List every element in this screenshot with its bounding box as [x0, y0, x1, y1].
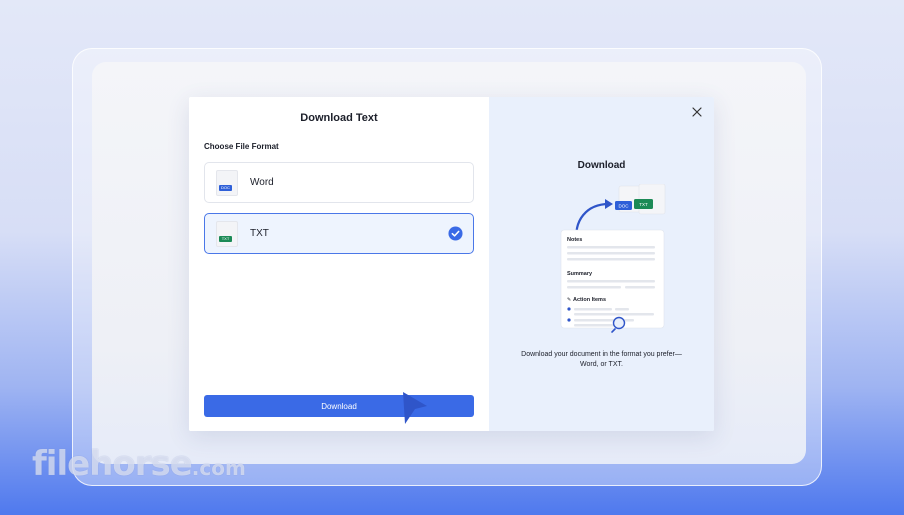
- txt-tag: TXT: [219, 235, 232, 242]
- illustration-summary-heading: Summary: [567, 271, 593, 277]
- choose-format-label: Choose File Format: [204, 142, 279, 151]
- download-button[interactable]: Download: [204, 395, 474, 417]
- illustration-doc-badge-text: DOC: [619, 204, 630, 209]
- mouse-cursor-icon: [403, 392, 427, 424]
- format-option-txt[interactable]: TXT TXT: [204, 213, 474, 254]
- preview-caption-line2: Word, or TXT.: [580, 361, 623, 368]
- document-illustration: DOC TXT Notes Summary ✎ Action Items: [560, 184, 666, 333]
- format-option-word[interactable]: DOC Word: [204, 162, 474, 203]
- svg-text:✎: ✎: [567, 297, 571, 303]
- filehorse-watermark: filehorse.com: [32, 444, 246, 484]
- txt-file-icon: TXT: [216, 220, 238, 247]
- watermark-domain: .com: [191, 456, 246, 480]
- illustration-action-items-heading: Action Items: [573, 297, 606, 303]
- preview-title: Download: [577, 160, 626, 171]
- close-icon[interactable]: [692, 107, 702, 117]
- dialog-title: Download Text: [300, 112, 378, 124]
- selected-check-icon: [448, 226, 463, 241]
- download-text-dialog: Download Text Choose File Format DOC Wor…: [189, 97, 714, 431]
- doc-tag: DOC: [219, 184, 232, 191]
- preview-caption: Download your document in the format you…: [504, 350, 699, 370]
- word-file-icon: DOC: [216, 169, 238, 196]
- preview-caption-line1: Download your document in the format you…: [521, 351, 682, 358]
- format-selection-pane: Download Text Choose File Format DOC Wor…: [189, 97, 489, 431]
- format-option-word-label: Word: [250, 177, 274, 188]
- preview-pane: Download DOC TXT Notes Summary ✎ Action …: [489, 97, 714, 431]
- watermark-brand: filehorse: [32, 444, 193, 484]
- format-option-txt-label: TXT: [250, 228, 269, 239]
- illustration-txt-badge-text: TXT: [639, 202, 648, 207]
- illustration-notes-heading: Notes: [567, 237, 582, 243]
